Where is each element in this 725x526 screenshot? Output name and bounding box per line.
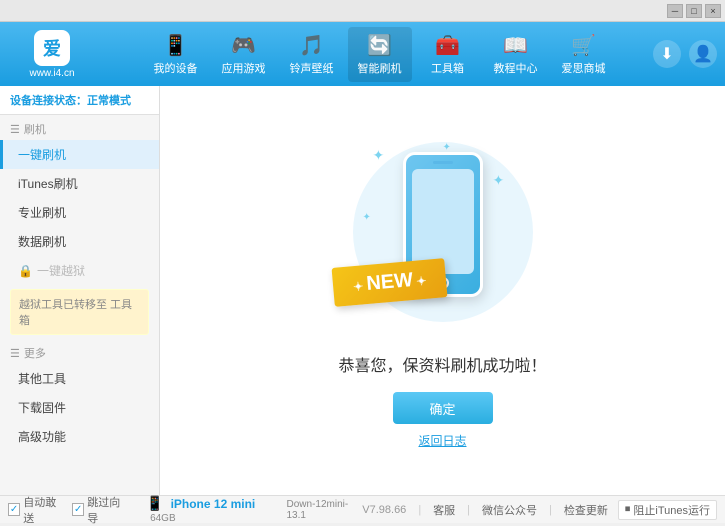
sidebar-item-other-tools[interactable]: 其他工具 — [0, 364, 159, 393]
sidebar-item-jailbreak: 🔒 一键越狱 — [0, 256, 159, 285]
status-label: 设备连接状态： — [10, 95, 87, 107]
mall-icon: 🛒 — [571, 33, 596, 58]
sidebar-item-itunes-flash[interactable]: iTunes刷机 — [0, 169, 159, 198]
confirm-button[interactable]: 确定 — [393, 392, 493, 424]
sidebar-item-data-flash[interactable]: 数据刷机 — [0, 227, 159, 256]
content-area: ✦ ✦ ✦ ✦ NEW 恭喜您，保资料刷机成功啦！ 确定 返回日志 — [160, 86, 725, 495]
sidebar-item-one-click-flash[interactable]: 一键刷机 — [0, 140, 159, 169]
skip-wizard-checkbox[interactable]: ✓ 跳过向导 — [72, 494, 128, 526]
skip-wizard-label: 跳过向导 — [87, 494, 128, 526]
stop-itunes-icon: ⏹ — [625, 503, 631, 516]
check-update-link[interactable]: 检查更新 — [564, 502, 608, 518]
jailbreak-label: 一键越狱 — [37, 262, 85, 279]
more-group-icon: ☰ — [10, 347, 20, 360]
tutorials-icon: 📖 — [503, 33, 528, 58]
download-firmware-label: 下载固件 — [18, 401, 66, 415]
jailbreak-info-box: 越狱工具已转移至 工具箱 — [10, 289, 149, 335]
user-button[interactable]: 👤 — [689, 40, 717, 68]
nav-apps-games[interactable]: 🎮 应用游戏 — [212, 27, 276, 82]
window-controls[interactable]: ─ □ × — [667, 4, 721, 18]
jailbreak-info-text: 越狱工具已转移至 工具箱 — [19, 299, 132, 327]
advanced-label: 高级功能 — [18, 430, 66, 444]
sparkle-1: ✦ — [373, 147, 385, 164]
nav-flash-label: 智能刷机 — [358, 60, 402, 76]
sparkle-2: ✦ — [493, 172, 505, 189]
device-storage: 64GB — [150, 513, 176, 524]
nav-my-device[interactable]: 📱 我的设备 — [144, 27, 208, 82]
header: 爱 www.i4.cn 📱 我的设备 🎮 应用游戏 🎵 铃声壁纸 🔄 智能刷机 … — [0, 22, 725, 86]
close-button[interactable]: × — [705, 4, 721, 18]
device-name: iPhone 12 mini — [171, 497, 256, 511]
nav-mall-label: 爱思商城 — [562, 60, 606, 76]
nav-ringtone[interactable]: 🎵 铃声壁纸 — [280, 27, 344, 82]
phone-illustration: ✦ ✦ ✦ ✦ NEW — [343, 132, 543, 332]
ringtone-icon: 🎵 — [299, 33, 324, 58]
nav-mall[interactable]: 🛒 爱思商城 — [552, 27, 616, 82]
phone-small-icon: 📱 — [146, 495, 163, 511]
logo-icon: 爱 — [34, 30, 70, 66]
logo[interactable]: 爱 www.i4.cn — [8, 28, 96, 80]
logo-text: www.i4.cn — [29, 68, 74, 79]
auto-send-checkbox[interactable]: ✓ 自动敢送 — [8, 494, 64, 526]
maximize-button[interactable]: □ — [686, 4, 702, 18]
wechat-link[interactable]: 微信公众号 — [482, 502, 537, 518]
sidebar-item-pro-flash[interactable]: 专业刷机 — [0, 198, 159, 227]
success-message: 恭喜您，保资料刷机成功啦！ — [338, 352, 546, 376]
nav-tutorials-label: 教程中心 — [494, 60, 538, 76]
more-group-label: 更多 — [24, 345, 46, 361]
device-info: 📱 iPhone 12 mini 64GB — [146, 495, 278, 524]
title-bar: ─ □ × — [0, 0, 725, 22]
device-version: Down-12mini-13.1 — [287, 499, 363, 521]
status-value: 正常模式 — [87, 95, 131, 107]
flash-icon: 🔄 — [367, 33, 392, 58]
header-right: ⬇ 👤 — [653, 40, 717, 68]
flash-group-label: 刷机 — [24, 121, 46, 137]
divider-3: | — [549, 504, 552, 516]
auto-send-checkbox-box[interactable]: ✓ — [8, 503, 20, 516]
nav-toolbox[interactable]: 🧰 工具箱 — [416, 27, 480, 82]
download-button[interactable]: ⬇ — [653, 40, 681, 68]
minimize-button[interactable]: ─ — [667, 4, 683, 18]
apps-icon: 🎮 — [231, 33, 256, 58]
nav-my-device-label: 我的设备 — [154, 60, 198, 76]
customer-service-link[interactable]: 客服 — [433, 502, 455, 518]
divider-1: | — [418, 504, 421, 516]
back-log-link[interactable]: 返回日志 — [418, 432, 466, 449]
flash-group-icon: ☰ — [10, 123, 20, 136]
divider-2: | — [467, 504, 470, 516]
nav-bar: 📱 我的设备 🎮 应用游戏 🎵 铃声壁纸 🔄 智能刷机 🧰 工具箱 📖 教程中心… — [106, 27, 653, 82]
nav-toolbox-label: 工具箱 — [431, 60, 464, 76]
bottom-right: V7.98.66 | 客服 | 微信公众号 | 检查更新 — [362, 502, 608, 518]
one-click-flash-label: 一键刷机 — [18, 148, 66, 162]
nav-ringtone-label: 铃声壁纸 — [290, 60, 334, 76]
stop-itunes-label: 阻止iTunes运行 — [633, 502, 710, 518]
sidebar: 设备连接状态：正常模式 ☰ 刷机 一键刷机 iTunes刷机 专业刷机 数据刷机… — [0, 86, 160, 495]
lock-icon: 🔒 — [18, 264, 33, 278]
nav-tutorials[interactable]: 📖 教程中心 — [484, 27, 548, 82]
nav-smart-flash[interactable]: 🔄 智能刷机 — [348, 27, 412, 82]
phone-speaker — [433, 161, 453, 164]
flash-group-title: ☰ 刷机 — [0, 115, 159, 140]
other-tools-label: 其他工具 — [18, 372, 66, 386]
bottom-left: ✓ 自动敢送 ✓ 跳过向导 📱 iPhone 12 mini 64GB Down… — [8, 494, 362, 526]
sparkle-3: ✦ — [363, 212, 371, 223]
skip-wizard-checkbox-box[interactable]: ✓ — [72, 503, 84, 516]
main-layout: 设备连接状态：正常模式 ☰ 刷机 一键刷机 iTunes刷机 专业刷机 数据刷机… — [0, 86, 725, 495]
device-status: 设备连接状态：正常模式 — [0, 86, 159, 115]
sidebar-item-advanced[interactable]: 高级功能 — [0, 422, 159, 451]
nav-apps-label: 应用游戏 — [222, 60, 266, 76]
stop-itunes-button[interactable]: ⏹ 阻止iTunes运行 — [618, 500, 717, 520]
device-icon: 📱 — [163, 33, 188, 58]
itunes-flash-label: iTunes刷机 — [18, 177, 78, 191]
auto-send-label: 自动敢送 — [23, 494, 64, 526]
version-text: V7.98.66 — [362, 504, 406, 516]
sidebar-item-download-firmware[interactable]: 下载固件 — [0, 393, 159, 422]
more-group-title: ☰ 更多 — [0, 339, 159, 364]
data-flash-label: 数据刷机 — [18, 235, 66, 249]
toolbox-icon: 🧰 — [435, 33, 460, 58]
bottom-bar: ✓ 自动敢送 ✓ 跳过向导 📱 iPhone 12 mini 64GB Down… — [0, 495, 725, 523]
pro-flash-label: 专业刷机 — [18, 206, 66, 220]
